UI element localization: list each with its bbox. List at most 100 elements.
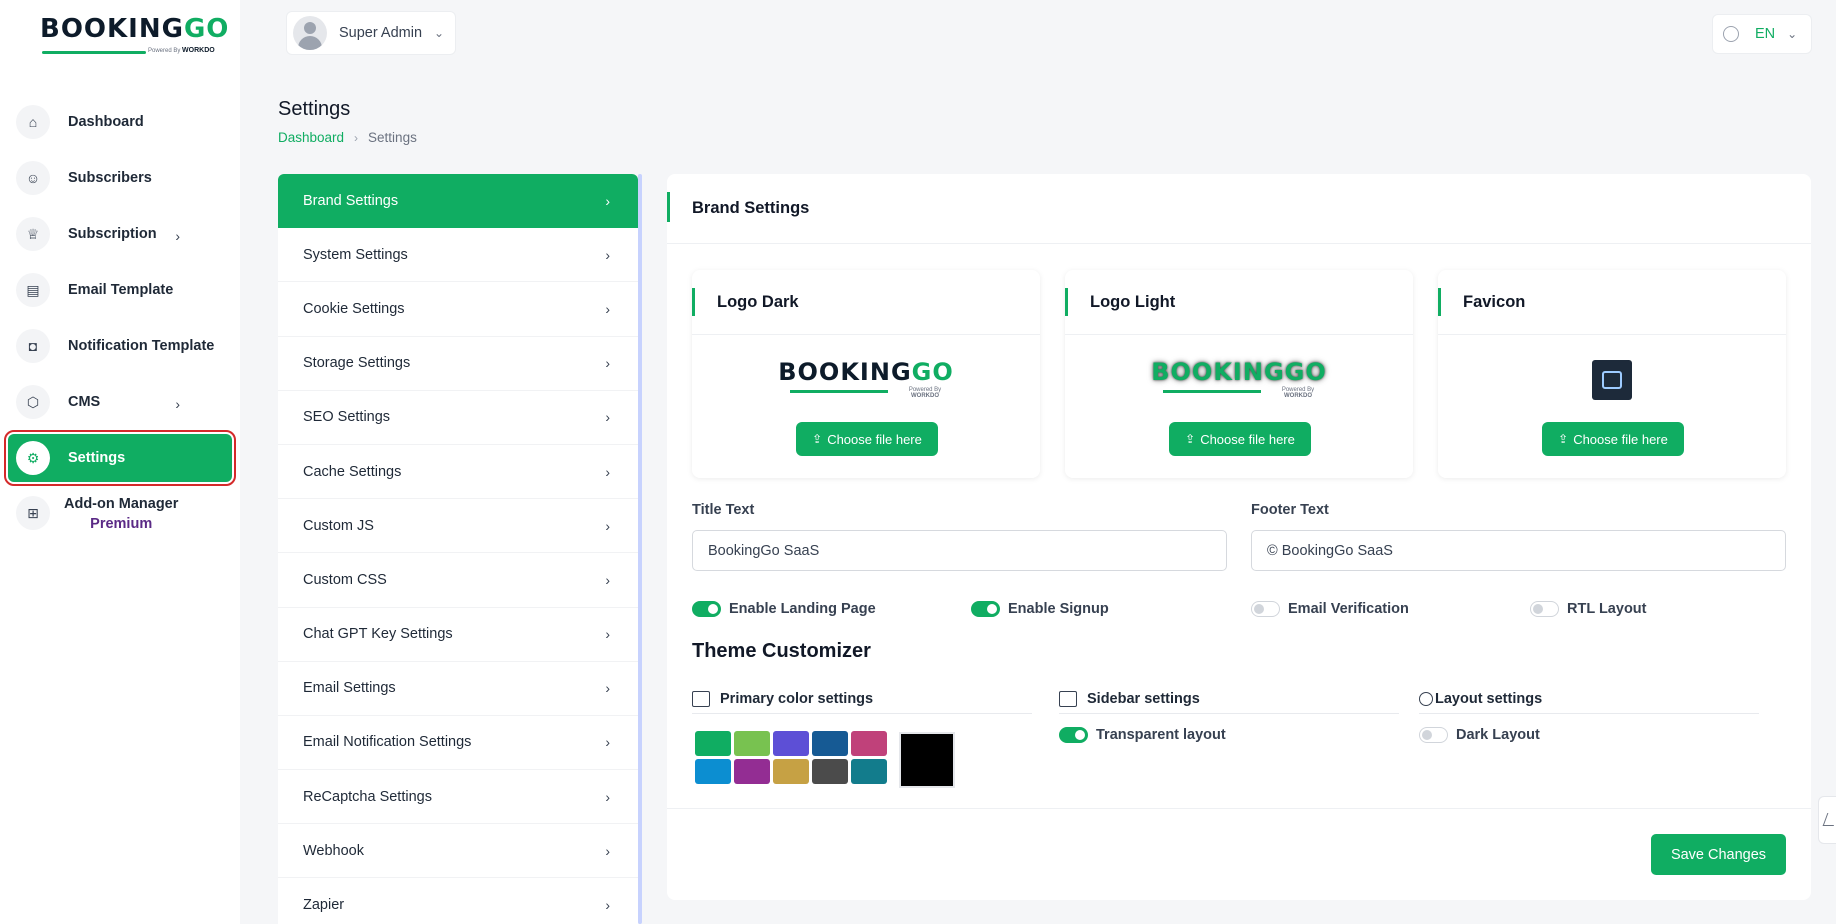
- color-swatch[interactable]: [773, 759, 809, 784]
- settings-menu-scrollbar[interactable]: [638, 174, 642, 924]
- sidebar-item-dashboard[interactable]: ⌂ Dashboard: [0, 94, 240, 150]
- logo-powered-brand: WORKDO: [911, 393, 939, 399]
- settings-menu-label: System Settings: [303, 246, 408, 263]
- settings-menu-webhook[interactable]: Webhook ›: [278, 824, 638, 879]
- chevron-right-icon: ›: [354, 130, 359, 145]
- footer-text-input[interactable]: [1251, 530, 1786, 571]
- avatar: [293, 16, 327, 50]
- template-icon: ▤: [16, 273, 50, 307]
- settings-menu-label: Cache Settings: [303, 463, 402, 480]
- settings-menu-storage[interactable]: Storage Settings ›: [278, 337, 638, 391]
- logo-text-accent: GO: [1284, 358, 1327, 386]
- color-swatch[interactable]: [812, 731, 848, 756]
- color-swatch[interactable]: [812, 759, 848, 784]
- sidebar-item-label: CMS: [68, 394, 101, 410]
- choose-file-button[interactable]: ⇪ Choose file here: [1169, 422, 1311, 456]
- choose-file-label: Choose file here: [1573, 431, 1668, 447]
- sidebar-item-addon-manager[interactable]: ⊞ Add-on Manager Premium: [0, 486, 240, 546]
- settings-menu-custom-js[interactable]: Custom JS ›: [278, 499, 638, 554]
- enable-landing-page-toggle[interactable]: [692, 601, 721, 617]
- side-panel-toggle-icon[interactable]: [1818, 796, 1836, 844]
- rtl-layout-toggle[interactable]: [1530, 601, 1559, 617]
- sidebar-item-label: Subscription: [68, 226, 157, 242]
- dark-layout-row: Dark Layout: [1419, 727, 1540, 743]
- sidebar-item-email-template[interactable]: ▤ Email Template: [0, 262, 240, 318]
- favicon-card: Favicon ⇪ Choose file here: [1438, 270, 1786, 478]
- language-selector[interactable]: EN ⌄: [1712, 14, 1812, 54]
- transparent-layout-toggle[interactable]: [1059, 727, 1088, 743]
- settings-menu-brand[interactable]: Brand Settings ›: [278, 174, 638, 229]
- settings-menu-label: Brand Settings: [303, 193, 399, 210]
- sidebar-item-notification-template[interactable]: ◘ Notification Template: [0, 318, 240, 374]
- choose-file-button[interactable]: ⇪ Choose file here: [1542, 422, 1684, 456]
- sidebar-item-subscribers[interactable]: ☺ Subscribers: [0, 150, 240, 206]
- transparent-layout-label: Transparent layout: [1096, 727, 1226, 743]
- dark-layout-toggle[interactable]: [1419, 727, 1448, 743]
- card-title: Brand Settings: [692, 199, 810, 217]
- chevron-right-icon: ›: [605, 626, 610, 643]
- custom-color-picker[interactable]: [899, 732, 955, 788]
- sidebar-settings-label: Sidebar settings: [1087, 690, 1200, 707]
- logo-powered-by: Powered By: [148, 48, 181, 54]
- chevron-right-icon: ›: [605, 355, 610, 372]
- title-text-label: Title Text: [692, 502, 755, 518]
- logo-text-accent: GO: [911, 358, 954, 386]
- settings-menu-zapier[interactable]: Zapier ›: [278, 878, 638, 924]
- favicon-preview-icon: [1592, 360, 1632, 400]
- users-icon: ☺: [16, 161, 50, 195]
- color-swatch[interactable]: [695, 731, 731, 756]
- toggle-label: RTL Layout: [1567, 601, 1647, 617]
- brand-logo[interactable]: BOOKINGGO Powered By WORKDO: [40, 14, 228, 64]
- logo-powered-brand: WORKDO: [182, 47, 215, 54]
- sidebar: BOOKINGGO Powered By WORKDO ⌂ Dashboard …: [0, 0, 240, 924]
- logo-light-preview: BOOKINGGO Powered By WORKDO: [1149, 358, 1329, 399]
- enable-signup-toggle[interactable]: [971, 601, 1000, 617]
- settings-menu-email-notification[interactable]: Email Notification Settings ›: [278, 716, 638, 771]
- choose-file-label: Choose file here: [1200, 431, 1295, 447]
- title-text-input[interactable]: [692, 530, 1227, 571]
- user-menu[interactable]: Super Admin ⌄: [286, 11, 456, 55]
- upload-icon: ⇪: [1558, 432, 1569, 446]
- sidebar-item-settings[interactable]: ⚙ Settings: [4, 430, 236, 486]
- color-swatch[interactable]: [773, 731, 809, 756]
- choose-file-button[interactable]: ⇪ Choose file here: [796, 422, 938, 456]
- settings-menu-email[interactable]: Email Settings ›: [278, 662, 638, 716]
- settings-menu-recaptcha[interactable]: ReCaptcha Settings ›: [278, 770, 638, 825]
- settings-menu-seo[interactable]: SEO Settings ›: [278, 391, 638, 445]
- sidebar-item-label: Email Template: [68, 282, 174, 298]
- color-swatches: [695, 731, 887, 784]
- box-icon: ⬡: [16, 385, 50, 419]
- logo-underline: [42, 51, 146, 54]
- sidebar-item-cms[interactable]: ⬡ CMS ›: [0, 374, 240, 430]
- settings-menu-label: Custom CSS: [303, 571, 387, 588]
- settings-menu-cookie[interactable]: Cookie Settings ›: [278, 282, 638, 337]
- logo-dark-card: Logo Dark BOOKINGGO Powered By WORKDO ⇪ C…: [692, 270, 1040, 478]
- chevron-down-icon: ⌄: [1787, 27, 1798, 41]
- upload-icon: ⇪: [1185, 432, 1196, 446]
- chevron-right-icon: ›: [605, 734, 610, 751]
- layout-icon: [1059, 690, 1077, 707]
- settings-menu-custom-css[interactable]: Custom CSS ›: [278, 553, 638, 608]
- color-swatch[interactable]: [851, 731, 887, 756]
- sidebar-item-subscription[interactable]: ♕ Subscription ›: [0, 206, 240, 262]
- breadcrumb: Dashboard › Settings: [278, 130, 417, 145]
- save-changes-button[interactable]: Save Changes: [1651, 834, 1786, 875]
- chevron-right-icon: ›: [605, 409, 610, 426]
- color-swatch[interactable]: [734, 731, 770, 756]
- enable-landing-page-row: Enable Landing Page: [692, 601, 876, 617]
- chevron-right-icon: ›: [605, 463, 610, 480]
- chevron-right-icon: ›: [175, 228, 180, 244]
- brand-settings-card: Brand Settings Logo Dark BOOKINGGO Power…: [667, 174, 1811, 900]
- email-verification-toggle[interactable]: [1251, 601, 1280, 617]
- settings-menu-chatgpt[interactable]: Chat GPT Key Settings ›: [278, 608, 638, 662]
- color-swatch[interactable]: [695, 759, 731, 784]
- logo-dark-preview: BOOKINGGO Powered By WORKDO: [776, 358, 956, 399]
- language-code: EN: [1755, 26, 1776, 42]
- color-swatch[interactable]: [851, 759, 887, 784]
- settings-menu-label: SEO Settings: [303, 409, 391, 426]
- settings-menu-system[interactable]: System Settings ›: [278, 228, 638, 283]
- settings-menu-cache[interactable]: Cache Settings ›: [278, 445, 638, 500]
- breadcrumb-dashboard[interactable]: Dashboard: [278, 130, 344, 145]
- color-swatch[interactable]: [734, 759, 770, 784]
- settings-menu-label: Email Settings: [303, 680, 396, 697]
